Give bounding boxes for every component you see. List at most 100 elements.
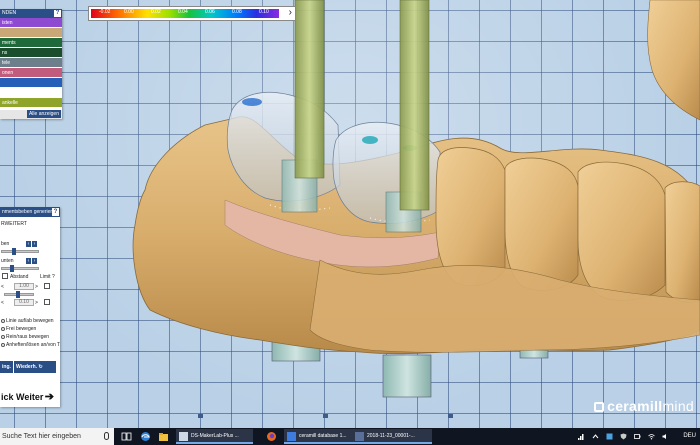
radio-icon [1, 319, 5, 323]
apply-button[interactable]: ing. [0, 361, 13, 373]
app-tray-icon[interactable] [606, 433, 613, 440]
tooth-1 [435, 147, 506, 287]
abstand-checkbox[interactable] [2, 273, 8, 279]
value-field-1[interactable]: 1.00 [14, 283, 34, 290]
scale-tick-label: 0.04 [178, 9, 188, 15]
lower-slider-handle[interactable] [10, 265, 14, 272]
layer-row[interactable]: tele [0, 58, 62, 68]
layer-row[interactable]: ns [0, 48, 62, 58]
tooth-3 [577, 161, 666, 301]
dental-3d-scene[interactable] [0, 0, 700, 428]
restore-button[interactable]: Wiederh. ↻ [14, 361, 56, 373]
upper-slider[interactable] [1, 250, 39, 253]
upper-slider-handle[interactable] [12, 248, 16, 255]
contact-spot-1 [242, 98, 262, 106]
task-view-icon[interactable] [121, 431, 132, 442]
app-window-icon [179, 432, 188, 441]
layer-row[interactable]: isten [0, 18, 62, 28]
file-explorer-icon[interactable] [158, 431, 169, 442]
scale-tick-label: 0.06 [205, 9, 215, 15]
layer-row[interactable] [0, 78, 62, 88]
screw-channel-left [294, 0, 325, 179]
logo-icon [594, 402, 605, 412]
app-label: DS-MakerLab-Plus ... [191, 433, 239, 439]
option-move-free[interactable]: Frei bewegen [1, 326, 36, 332]
firefox-icon[interactable] [266, 431, 277, 442]
contact-spot-2 [362, 136, 378, 144]
axis-marker-1 [198, 414, 203, 418]
layer-row[interactable]: ankelle [0, 98, 62, 108]
3d-viewport[interactable]: -0.02 0.00 0.02 0.04 0.06 0.08 0.10 › ce… [0, 0, 700, 428]
input-language[interactable]: DEU [683, 428, 696, 445]
layer-list: isten ments ns tele onen ankelle [0, 18, 62, 118]
security-icon[interactable] [620, 433, 627, 440]
option-label: Rein/raus bewegen [6, 334, 50, 340]
spin-right-icon[interactable]: > [35, 284, 38, 290]
option-label: Frei bewegen [6, 326, 37, 332]
tool-panel-header: nmentsbeben generieren ? [0, 207, 60, 217]
scale-tick-label: 0.02 [151, 9, 161, 15]
edge-browser-icon[interactable] [140, 431, 151, 442]
layer-label: ankelle [2, 100, 18, 106]
back-next-navigation[interactable]: ick Weiter ➔ [0, 390, 60, 404]
section-label: RWEITERT [1, 221, 27, 227]
value-1-checkbox[interactable] [44, 283, 50, 289]
app-label: 2018-11-23_00001-... [367, 433, 415, 439]
taskbar-search-input[interactable]: Suche Text hier eingeben [0, 428, 114, 445]
taskbar-app-project[interactable]: 2018-11-23_00001-... [352, 429, 432, 444]
tool-panel-title: nmentsbeben generieren [2, 209, 58, 215]
layer-panel-header: NDEN ? [0, 9, 62, 18]
option-move-line[interactable]: Linie auf/ab bewegen [1, 318, 54, 324]
radio-icon [1, 327, 5, 331]
axis-marker-2 [323, 414, 328, 418]
value-2-checkbox[interactable] [44, 299, 50, 305]
axis-marker-3 [448, 414, 453, 418]
show-all-button[interactable]: Alle anzeigen [26, 110, 61, 118]
spin-left-icon[interactable]: < [1, 300, 4, 306]
abstand-label: Abstand [10, 274, 29, 280]
arrow-right-icon[interactable]: ➔ [45, 390, 54, 404]
lower-increase-button[interactable]: › [32, 258, 37, 264]
layer-row[interactable]: onen [0, 68, 62, 78]
option-move-inout[interactable]: Rein/raus bewegen [1, 334, 49, 340]
layer-label: ns [2, 50, 8, 56]
app-label: ceramill database 1... [299, 433, 347, 439]
option-attach[interactable]: Anheften/lösen an/von T [1, 342, 60, 348]
layer-visibility-panel: NDEN ? isten ments ns tele onen ankelle Alle … [0, 9, 62, 119]
radio-icon [1, 335, 5, 339]
microphone-icon[interactable] [104, 432, 109, 440]
layer-row[interactable] [0, 88, 62, 98]
volume-icon[interactable] [662, 433, 669, 440]
battery-icon[interactable] [634, 433, 641, 440]
spin-right-icon[interactable]: > [35, 300, 38, 306]
upper-decrease-button[interactable]: ‹ [26, 241, 31, 247]
system-tray: DEU [570, 428, 700, 445]
layer-panel-title: NDEN [2, 10, 17, 16]
taskbar-app-ceramill-database[interactable]: ceramill database 1... [284, 429, 361, 444]
help-icon[interactable]: ? [54, 10, 61, 17]
lower-label: unten [1, 258, 14, 264]
emergence-profile-panel: nmentsbeben generieren ? RWEITERT ben ‹ … [0, 207, 60, 407]
chevron-up-icon[interactable] [592, 433, 599, 440]
lower-decrease-button[interactable]: ‹ [26, 258, 31, 264]
taskbar-app-makerlab[interactable]: DS-MakerLab-Plus ... [176, 429, 253, 444]
option-label: Linie auf/ab bewegen [6, 318, 54, 324]
screw-channel-right [399, 0, 430, 211]
limit-label: Limit ? [40, 274, 55, 280]
search-placeholder: Suche Text hier eingeben [2, 433, 81, 440]
value-field-2[interactable]: 0.10 [14, 299, 34, 306]
layer-row[interactable] [0, 28, 62, 38]
deviation-color-scale: -0.02 0.00 0.02 0.04 0.06 0.08 0.10 › [88, 6, 296, 21]
layer-label: ments [2, 40, 16, 46]
layer-row[interactable]: ments [0, 38, 62, 48]
layer-label: isten [2, 20, 13, 26]
wifi-icon[interactable] [648, 433, 655, 440]
spin-left-icon[interactable]: < [1, 284, 4, 290]
color-scale-toggle-icon[interactable]: › [289, 7, 292, 18]
upper-increase-button[interactable]: › [32, 241, 37, 247]
lower-slider[interactable] [1, 267, 39, 270]
help-icon[interactable]: ? [52, 208, 59, 216]
value-slider-handle[interactable] [16, 291, 20, 298]
brand-name: ceramill [607, 398, 663, 414]
network-icon[interactable] [578, 433, 585, 440]
